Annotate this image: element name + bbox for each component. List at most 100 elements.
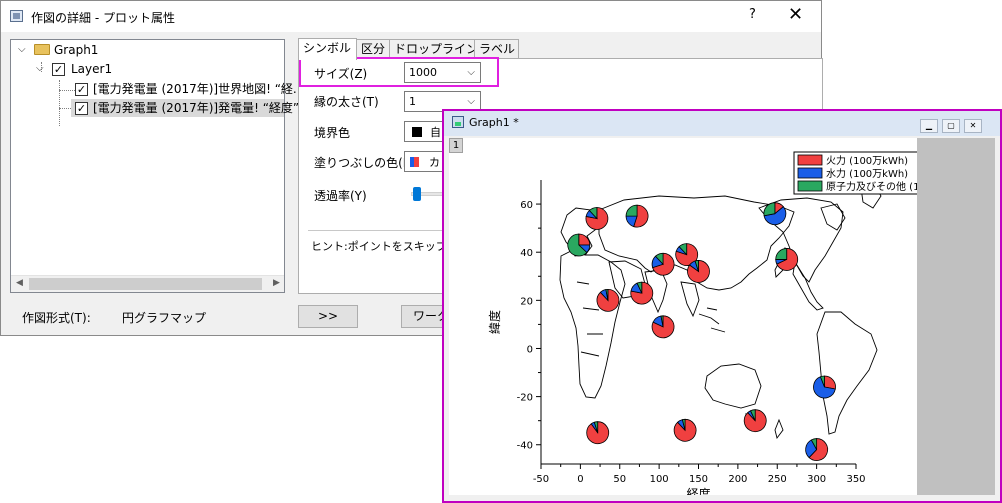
color-swatch: [412, 127, 422, 137]
tree-item-graph[interactable]: ⌵ Graph1: [11, 41, 284, 59]
tree-item-worldmap[interactable]: ✓ [電力発電量 (2017年)]世界地図! “経...: [11, 80, 304, 98]
pie-chart: [673, 418, 697, 442]
highlight-box: [299, 57, 499, 87]
layer-tab[interactable]: 1: [449, 138, 463, 153]
app-icon: [10, 10, 23, 22]
expand-button[interactable]: >>: [298, 305, 358, 328]
y-axis-label: 緯度: [487, 310, 502, 334]
slider-thumb[interactable]: [413, 187, 421, 201]
edge-color-picker[interactable]: 自: [404, 121, 444, 142]
world-map: [559, 185, 882, 440]
tab-dropline[interactable]: ドロップライン: [389, 39, 478, 59]
scroll-left-icon[interactable]: ◀: [16, 278, 23, 288]
edge-width-label: 縁の太さ(T): [314, 95, 379, 109]
transparency-label: 透過率(Y): [314, 189, 367, 203]
pie-chart: [813, 375, 836, 399]
plot-type-label: 作図形式(T):: [22, 311, 91, 325]
tree-item-label: Layer1: [71, 62, 113, 76]
pie-chart: [596, 288, 620, 312]
pie-chart: [630, 281, 654, 305]
pie-slice: [625, 204, 638, 217]
pie-chart: [651, 315, 675, 339]
minimize-button[interactable]: ▁: [920, 119, 938, 133]
pie-chart: [743, 409, 767, 433]
tab-symbol[interactable]: シンボル: [298, 38, 357, 60]
x-tick-label: 100: [650, 474, 669, 485]
pie-chart: [763, 202, 787, 226]
y-tick-label: 40: [520, 248, 533, 259]
graph-title: Graph1 *: [469, 116, 519, 129]
y-tick-label: -20: [517, 393, 533, 404]
y-tick-label: 60: [520, 200, 533, 211]
pie-markers: [567, 202, 836, 461]
x-tick-label: -50: [533, 474, 549, 485]
scrollbar-thumb[interactable]: [29, 278, 262, 290]
color-swatch: [414, 157, 419, 167]
tab-category[interactable]: 区分: [356, 39, 390, 59]
pie-chart: [625, 204, 649, 228]
x-tick-label: 350: [846, 474, 865, 485]
scroll-right-icon[interactable]: ▶: [273, 278, 280, 288]
x-tick-label: 150: [689, 474, 708, 485]
collapse-icon[interactable]: ⌵: [18, 41, 26, 59]
pie-chart: [586, 421, 610, 445]
legend-swatch: [797, 180, 823, 192]
tree-horizontal-scrollbar[interactable]: ◀ ▶: [11, 275, 284, 292]
plot-type-value: 円グラフマップ: [122, 311, 207, 325]
tree-item-label: Graph1: [54, 43, 99, 57]
x-tick-label: 200: [728, 474, 747, 485]
tree-item-label: [電力発電量 (2017年)]世界地図! “経...: [93, 82, 305, 96]
legend-entry: 水力 (100万kWh): [826, 167, 908, 180]
graph-window: Graph1 * ▁ ▢ ✕ 1 -50 0 50 100 150 200 25…: [442, 109, 1002, 503]
legend-swatch: [797, 167, 823, 179]
chart-legend: 火力 (100万kWh)水力 (100万kWh)原子力及びその他 (100万kW…: [793, 151, 983, 195]
pie-chart: [687, 260, 710, 283]
dialog-title: 作図の詳細 - プロット属性: [31, 11, 175, 25]
graph-body: 1 -50 0 50 100 150 200 250 300 350 -40 -…: [449, 138, 995, 501]
pie-slice: [775, 248, 788, 260]
x-tick-label: 250: [768, 474, 787, 485]
pie-chart: [805, 438, 828, 461]
tab-label[interactable]: ラベル: [474, 39, 519, 59]
hint-text: ヒント:ポイントをスキップし: [311, 240, 458, 253]
legend-swatch: [797, 154, 823, 166]
x-tick-label: 300: [807, 474, 826, 485]
pie-chart: [651, 252, 675, 276]
fill-color-value: カ: [429, 156, 440, 169]
pie-chart: [775, 248, 799, 271]
x-axis-label: 経度: [686, 486, 710, 495]
edge-color-label: 境界色: [314, 126, 351, 140]
folder-icon: [34, 44, 50, 55]
y-tick-label: -40: [517, 441, 533, 452]
fill-color-label: 塗りつぶしの色(F): [314, 156, 415, 170]
layer-checkbox[interactable]: ✓: [52, 63, 65, 76]
tree-item-label: [電力発電量 (2017年)]発電量! “経度”: [93, 101, 300, 115]
pie-chart: [585, 207, 609, 230]
graph-page: 1 -50 0 50 100 150 200 250 300 350 -40 -…: [449, 138, 983, 501]
pie-map-chart: -50 0 50 100 150 200 250 300 350 -40 -20 0 20 40 60 経度 緯…: [487, 151, 983, 501]
close-button[interactable]: ✕: [788, 4, 803, 25]
edge-width-value: 1: [409, 95, 416, 108]
tree-item-layer[interactable]: ⌵ ✓ Layer1: [11, 60, 284, 78]
help-button[interactable]: ?: [749, 7, 756, 22]
maximize-button[interactable]: ▢: [942, 119, 960, 133]
x-tick-label: 0: [577, 474, 583, 485]
legend-entry: 火力 (100万kWh): [826, 154, 908, 167]
tree-item-generation[interactable]: ✓ [電力発電量 (2017年)]発電量! “経度”: [71, 99, 299, 117]
plot-checkbox[interactable]: ✓: [75, 102, 88, 115]
edge-color-value: 自: [430, 126, 441, 139]
close-graph-button[interactable]: ✕: [964, 119, 982, 133]
graph-icon: [452, 116, 464, 128]
pie-chart: [567, 233, 591, 257]
plot-tree[interactable]: ⌵ Graph1 ⌵ ✓ Layer1 ✓ [電力発電量 (2017年)]世界地…: [10, 39, 304, 293]
fill-color-picker[interactable]: カ: [404, 151, 444, 172]
pie-slice: [763, 202, 776, 217]
legend-entry: 原子力及びその他 (100万kWh): [826, 180, 917, 193]
x-tick-label: 50: [613, 474, 626, 485]
graph-titlebar[interactable]: Graph1 * ▁ ▢ ✕: [444, 111, 1000, 136]
y-tick-label: 20: [520, 296, 533, 307]
divider: [308, 230, 448, 231]
plot-checkbox[interactable]: ✓: [75, 83, 88, 96]
collapse-icon[interactable]: ⌵: [36, 60, 44, 78]
y-tick-label: 0: [527, 344, 533, 355]
